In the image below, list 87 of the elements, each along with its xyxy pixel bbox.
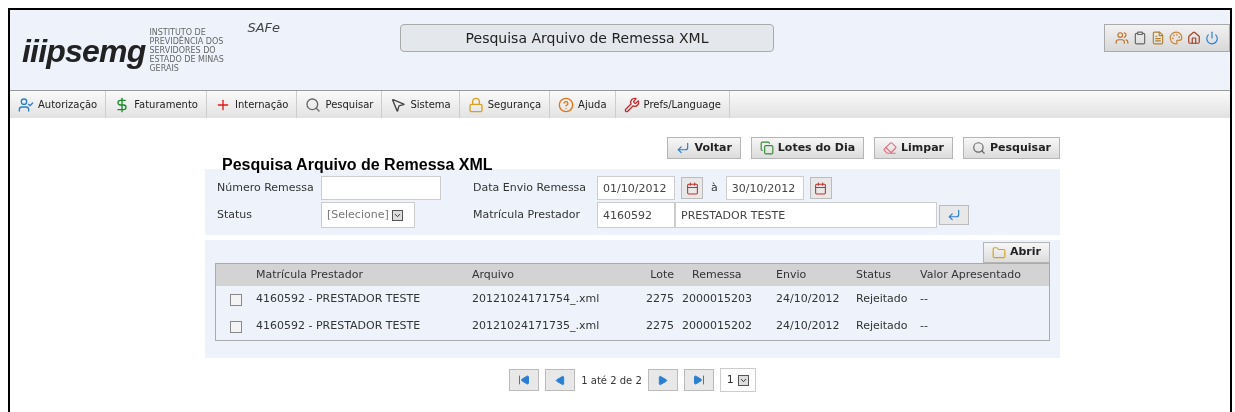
clipboard-icon[interactable] xyxy=(1133,31,1147,45)
calendar-icon xyxy=(814,181,828,195)
return-arrow-icon xyxy=(676,141,691,155)
column-header: Valor Apresentado xyxy=(920,266,1021,283)
field-label: Número Remessa xyxy=(217,179,315,196)
lock-icon xyxy=(467,96,484,113)
menu-item[interactable]: Prefs/Language xyxy=(615,91,730,118)
dropdown-icon xyxy=(737,374,749,386)
eraser-icon xyxy=(883,141,898,155)
menu-item[interactable]: Sistema xyxy=(382,91,460,118)
table-cell: -- xyxy=(920,291,928,308)
date-separator: à xyxy=(711,179,718,196)
input-field[interactable]: 4160592 xyxy=(597,202,675,228)
home-icon[interactable] xyxy=(1187,31,1201,45)
copies-icon xyxy=(759,141,774,155)
document-icon[interactable] xyxy=(1151,31,1165,45)
column-header: Matrícula Prestador xyxy=(255,266,364,283)
first-page-button[interactable] xyxy=(509,369,540,391)
calendar-button[interactable] xyxy=(681,177,703,199)
logo: iiipsemg xyxy=(22,34,146,67)
row-checkbox[interactable] xyxy=(230,320,242,333)
page-info: 1 até 2 de 2 xyxy=(581,373,642,388)
menu-item[interactable]: Segurança xyxy=(459,91,551,118)
table-cell-text: 2275 xyxy=(645,291,674,308)
column-header: Envio xyxy=(775,266,808,283)
table-cell: -- xyxy=(920,318,928,335)
table-cell-text: 4160592 - PRESTADOR TESTE xyxy=(256,318,422,335)
column-header: Remessa xyxy=(691,266,743,283)
status-select[interactable]: [Selecione] xyxy=(321,202,415,228)
power-icon[interactable] xyxy=(1205,31,1219,45)
return-arrow-icon xyxy=(947,208,961,222)
users-icon[interactable] xyxy=(1115,31,1129,45)
table-cell-text: 2000015202 xyxy=(681,318,753,335)
menu-item[interactable]: Pesquisar xyxy=(297,91,383,118)
mouse-icon xyxy=(390,96,407,113)
field-label: Status xyxy=(217,206,254,223)
input-field[interactable]: PRESTADOR TESTE xyxy=(675,202,937,228)
menu-item[interactable]: Faturamento xyxy=(106,91,207,118)
table-cell-text: Rejeitado xyxy=(855,318,909,335)
right-triangle-icon xyxy=(657,374,669,386)
left-triangle-icon xyxy=(554,374,566,386)
last-page-icon xyxy=(692,374,705,386)
page-title-box: Pesquisa Arquivo de Remessa XML xyxy=(400,24,775,52)
user-icon xyxy=(18,96,34,113)
lookup-button[interactable] xyxy=(939,205,969,225)
input-field[interactable] xyxy=(321,176,441,200)
search-icon xyxy=(972,141,987,155)
column-header: Lote xyxy=(649,266,674,283)
column-header: Arquivo xyxy=(472,266,516,283)
app-name: SAFe xyxy=(247,19,281,37)
next-page-button[interactable] xyxy=(647,369,678,391)
search-icon xyxy=(305,96,322,113)
field-label: Matrícula Prestador xyxy=(473,206,581,223)
table-cell-text: 24/10/2012 xyxy=(775,318,841,335)
menu-item[interactable]: Internação xyxy=(206,91,298,118)
menu-item[interactable]: Autorização xyxy=(10,91,107,118)
page-select[interactable]: 1 xyxy=(719,368,756,392)
previous-page-button[interactable] xyxy=(545,369,576,391)
action-button[interactable]: Limpar xyxy=(874,137,954,159)
folder-icon xyxy=(992,245,1006,260)
date-field[interactable]: 01/10/2012 xyxy=(597,176,675,200)
form-title: Pesquisa Arquivo de Remessa XML xyxy=(222,157,493,173)
dropdown-icon xyxy=(391,209,403,221)
table-cell-text: Rejeitado xyxy=(855,291,909,308)
calendar-button[interactable] xyxy=(809,177,832,199)
help-icon xyxy=(558,96,575,113)
table-cell-text: 4160592 - PRESTADOR TESTE xyxy=(256,291,422,308)
first-page-icon xyxy=(518,374,531,386)
action-button[interactable]: Lotes do Dia xyxy=(750,137,865,159)
row-checkbox[interactable] xyxy=(230,293,242,306)
wrench-icon xyxy=(623,96,640,113)
action-button[interactable]: Voltar xyxy=(667,137,741,159)
table-cell-text: 2275 xyxy=(645,318,674,335)
table-cell-text: 20121024171735_.xml xyxy=(472,318,601,335)
calendar-icon xyxy=(685,181,699,195)
open-button[interactable]: Abrir xyxy=(983,242,1050,263)
field-label: Data Envio Remessa xyxy=(473,179,588,196)
table-cell-text: 24/10/2012 xyxy=(775,291,841,308)
menu-item[interactable]: Ajuda xyxy=(550,91,616,118)
palette-icon[interactable] xyxy=(1169,31,1183,45)
date-field[interactable]: 30/10/2012 xyxy=(725,176,804,200)
column-header: Status xyxy=(855,266,893,283)
table-cell-text: 2000015203 xyxy=(681,291,753,308)
action-button[interactable]: Pesquisar xyxy=(963,137,1060,159)
table-cell-text: 20121024171754_.xml xyxy=(472,291,601,308)
logo-caption: INSTITUTO DE PREVIDÊNCIA DOS SERVIDORES DO ESTADO DE MINAS GERAIS xyxy=(149,28,225,73)
last-page-button[interactable] xyxy=(683,369,714,391)
